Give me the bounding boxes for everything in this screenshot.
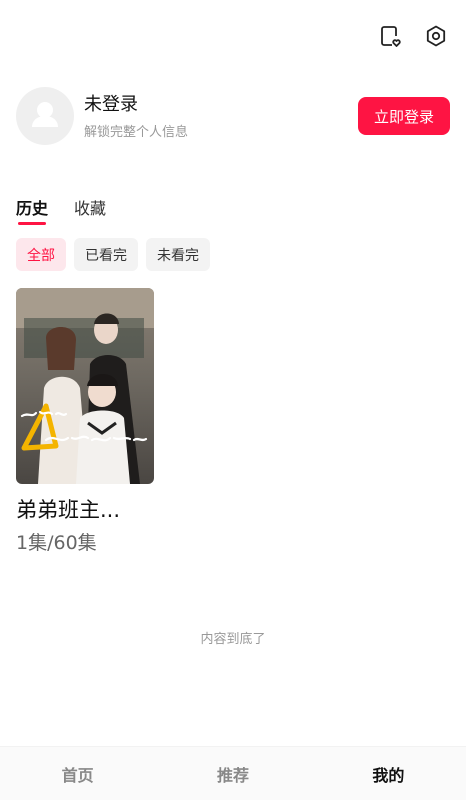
username: 未登录 xyxy=(84,93,138,115)
profile-section: 未登录 解锁完整个人信息 立即登录 xyxy=(16,86,450,146)
header-actions xyxy=(376,22,450,50)
end-of-list-text: 内容到底了 xyxy=(200,632,266,647)
history-card[interactable]: 弟弟班主... 1集/60集 xyxy=(16,288,154,555)
profile-text: 未登录 解锁完整个人信息 xyxy=(84,93,358,140)
nav-mine[interactable]: 我的 xyxy=(311,747,466,800)
favorite-device-icon[interactable] xyxy=(376,22,404,50)
settings-icon[interactable] xyxy=(422,22,450,50)
login-button[interactable]: 立即登录 xyxy=(358,97,450,135)
library-tabs: 历史 收藏 xyxy=(16,195,106,225)
tab-history[interactable]: 历史 xyxy=(16,195,48,225)
filter-all[interactable]: 全部 xyxy=(16,238,66,271)
drama-title: 弟弟班主... xyxy=(16,498,121,522)
tab-favorites[interactable]: 收藏 xyxy=(74,195,106,225)
profile-subtitle: 解锁完整个人信息 xyxy=(84,124,189,140)
bottom-navigation: 首页 推荐 我的 xyxy=(0,746,466,800)
nav-home[interactable]: 首页 xyxy=(0,747,155,800)
filter-chips: 全部 已看完 未看完 xyxy=(16,238,210,271)
drama-poster-image xyxy=(16,288,154,484)
filter-finished[interactable]: 已看完 xyxy=(74,238,138,271)
filter-unfinished[interactable]: 未看完 xyxy=(146,238,210,271)
avatar[interactable] xyxy=(16,87,74,145)
nav-recommend[interactable]: 推荐 xyxy=(155,747,310,800)
episode-progress: 1集/60集 xyxy=(16,532,97,554)
